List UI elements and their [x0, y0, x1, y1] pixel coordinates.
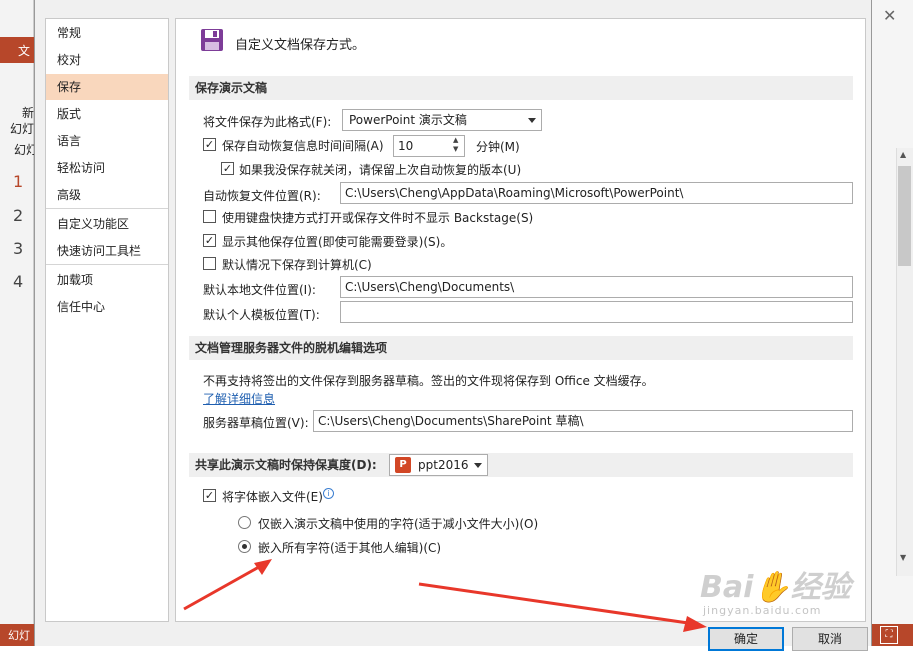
scroll-down-icon[interactable]: ▼ [900, 553, 906, 562]
save-format-select[interactable]: PowerPoint 演示文稿 [342, 109, 542, 131]
annotation-arrow-icon [183, 559, 272, 611]
default-template-location-field[interactable] [340, 301, 853, 323]
slide-number: 3 [13, 239, 24, 258]
embed-all-chars-label: 嵌入所有字符(适于其他人编辑)(C) [258, 541, 442, 555]
nav-item-language[interactable]: 语言 [46, 128, 168, 154]
embed-fonts-label: 将字体嵌入文件(E) [222, 490, 323, 504]
autorecover-label: 保存自动恢复信息时间间隔(A) [222, 139, 384, 153]
autorecover-minutes-value: 10 [398, 139, 414, 153]
paw-icon: ✋ [753, 570, 791, 605]
default-local-location-label: 默认本地文件位置(I): [203, 283, 316, 297]
nav-divider [46, 264, 168, 265]
minutes-label: 分钟(M) [476, 140, 520, 154]
background-label: 幻灯 [10, 122, 35, 136]
no-backstage-checkbox[interactable] [203, 210, 216, 223]
offline-info-text: 不再支持将签出的文件保存到服务器草稿。签出的文件现将保存到 Office 文档缓… [203, 374, 654, 388]
nav-item-customize-ribbon[interactable]: 自定义功能区 [46, 211, 168, 237]
embed-used-chars-label: 仅嵌入演示文稿中使用的字符(适于减小文件大小)(O) [258, 517, 539, 531]
nav-item-quick-access-toolbar[interactable]: 快速访问工具栏 [46, 238, 168, 264]
nav-item-proofing[interactable]: 校对 [46, 47, 168, 73]
keep-last-version-label: 如果我没保存就关闭，请保留上次自动恢复的版本(U) [239, 163, 522, 177]
slide-number: 1 [13, 172, 24, 191]
nav-item-accessibility[interactable]: 轻松访问 [46, 155, 168, 181]
nav-item-advanced[interactable]: 高级 [46, 182, 168, 208]
info-icon[interactable]: i [323, 488, 334, 499]
background-ribbon-tab-label: 文 [18, 44, 31, 58]
fidelity-document-value: ppt2016 [418, 458, 469, 472]
save-to-computer-checkbox[interactable] [203, 257, 216, 270]
watermark-brand: Bai [700, 570, 754, 605]
scrollbar-thumb[interactable] [898, 166, 911, 266]
watermark-logo: Bai✋经验 [700, 562, 851, 606]
default-local-location-field[interactable]: C:\Users\Cheng\Documents\ [340, 276, 853, 298]
nav-item-layout[interactable]: 版式 [46, 101, 168, 127]
show-other-locations-checkbox[interactable]: ✓ [203, 234, 216, 247]
annotation-arrow-icon [418, 582, 707, 632]
autorecover-checkbox[interactable]: ✓ [203, 138, 216, 151]
ok-button[interactable]: 确定 [708, 627, 784, 651]
powerpoint-file-icon: P [395, 457, 411, 473]
server-drafts-field[interactable]: C:\Users\Cheng\Documents\SharePoint 草稿\ [313, 410, 853, 432]
keep-last-version-checkbox[interactable]: ✓ [221, 162, 234, 175]
spin-arrows-icon[interactable]: ▲ ▼ [453, 136, 458, 154]
autorecover-location-field[interactable]: C:\Users\Cheng\AppData\Roaming\Microsoft… [340, 182, 853, 204]
status-bar-label: 幻灯 [8, 629, 30, 642]
autorecover-location-label: 自动恢复文件位置(R): [203, 189, 321, 203]
nav-item-save[interactable]: 保存 [46, 74, 168, 100]
chevron-down-icon [528, 118, 536, 123]
watermark-url: jingyan.baidu.com [703, 604, 822, 617]
fit-slide-icon[interactable]: ⛶ [880, 626, 898, 644]
save-format-value: PowerPoint 演示文稿 [349, 113, 467, 127]
save-to-computer-label: 默认情况下保存到计算机(C) [222, 258, 372, 272]
cancel-button[interactable]: 取消 [792, 627, 868, 651]
no-backstage-label: 使用键盘快捷方式打开或保存文件时不显示 Backstage(S) [222, 211, 534, 225]
show-other-locations-label: 显示其他保存位置(即使可能需要登录)(S)。 [222, 235, 453, 249]
section-header-save-presentation: 保存演示文稿 [189, 76, 853, 100]
slide-number: 4 [13, 272, 24, 291]
page-title: 自定义文档保存方式。 [235, 38, 366, 53]
nav-item-general[interactable]: 常规 [46, 20, 168, 46]
default-template-location-label: 默认个人模板位置(T): [203, 308, 320, 322]
section-header-fidelity: 共享此演示文稿时保持保真度(D): [189, 453, 853, 477]
watermark-brand-cn: 经验 [790, 570, 851, 605]
chevron-down-icon [474, 463, 482, 468]
background-label: 新 [22, 106, 35, 120]
learn-more-link[interactable]: 了解详细信息 [203, 390, 275, 407]
save-format-label: 将文件保存为此格式(F): [203, 115, 332, 129]
scroll-up-icon[interactable]: ▲ [900, 150, 906, 159]
nav-divider [46, 208, 168, 209]
embed-fonts-checkbox[interactable]: ✓ [203, 489, 216, 502]
embed-used-chars-radio[interactable] [238, 516, 251, 529]
background-slide-pane [0, 0, 34, 646]
section-header-offline-editing: 文档管理服务器文件的脱机编辑选项 [189, 336, 853, 360]
close-icon[interactable]: ✕ [883, 6, 896, 25]
save-disk-icon [200, 28, 224, 52]
nav-item-trust-center[interactable]: 信任中心 [46, 294, 168, 320]
slide-number: 2 [13, 206, 24, 225]
embed-all-chars-radio[interactable] [238, 540, 251, 553]
server-drafts-label: 服务器草稿位置(V): [203, 416, 309, 430]
nav-item-add-ins[interactable]: 加载项 [46, 267, 168, 293]
